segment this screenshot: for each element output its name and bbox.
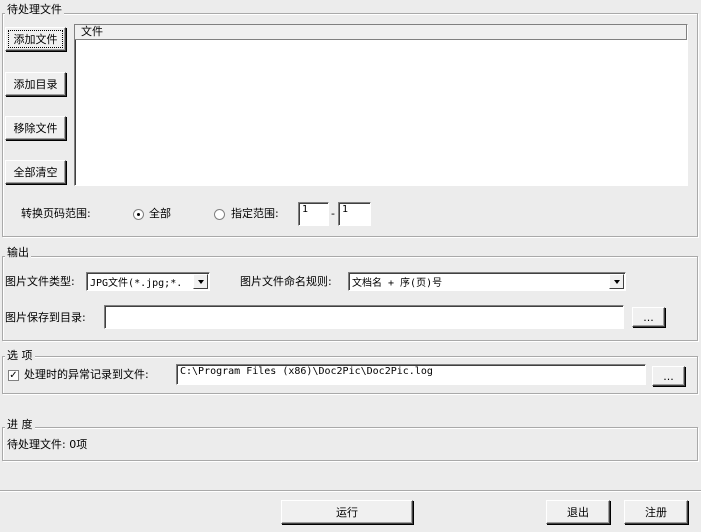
remove-file-button[interactable]: 移除文件 xyxy=(5,116,66,140)
log-to-file-checkbox[interactable]: ✓ xyxy=(8,370,19,381)
file-column-header[interactable]: 文件 xyxy=(75,25,687,40)
add-file-button[interactable]: 添加文件 xyxy=(5,27,66,51)
run-button[interactable]: 运行 xyxy=(281,500,413,524)
log-path-value: C:\Program Files (x86)\Doc2Pic\Doc2Pic.l… xyxy=(180,366,433,377)
log-path-browse-button[interactable]: ... xyxy=(652,366,685,386)
save-dir-label: 图片保存到目录: xyxy=(5,311,86,324)
save-dir-input[interactable] xyxy=(104,305,624,329)
naming-rule-label: 图片文件命名规则: xyxy=(240,275,332,288)
log-to-file-label[interactable]: 处理时的异常记录到文件: xyxy=(24,368,149,382)
progress-status: 待处理文件: 0项 xyxy=(7,438,88,451)
image-type-value: JPG文件(*.jpg;*. xyxy=(90,278,183,289)
clear-all-button[interactable]: 全部清空 xyxy=(5,160,66,184)
range-from-value: 1 xyxy=(302,204,309,215)
options-title: 选 项 xyxy=(5,349,35,362)
range-specify-radio[interactable] xyxy=(214,209,225,220)
add-directory-button[interactable]: 添加目录 xyxy=(5,72,66,96)
range-from-input[interactable]: 1 xyxy=(298,202,329,226)
pending-files-title: 待处理文件 xyxy=(5,3,64,16)
progress-title: 进 度 xyxy=(5,418,35,431)
page-range-label: 转换页码范围: xyxy=(21,207,91,220)
naming-rule-select[interactable]: 文档名 + 序(页)号 xyxy=(348,272,626,291)
image-type-select[interactable]: JPG文件(*.jpg;*. xyxy=(86,272,210,291)
range-dash: - xyxy=(331,207,335,220)
range-all-radio[interactable] xyxy=(133,209,144,220)
range-to-value: 1 xyxy=(342,204,349,215)
naming-rule-value: 文档名 + 序(页)号 xyxy=(352,278,443,289)
range-specify-label[interactable]: 指定范围: xyxy=(231,207,279,221)
progress-group xyxy=(2,427,698,461)
image-type-label: 图片文件类型: xyxy=(5,275,75,288)
footer-divider xyxy=(0,490,701,492)
log-path-input[interactable]: C:\Program Files (x86)\Doc2Pic\Doc2Pic.l… xyxy=(176,364,646,385)
naming-rule-dropdown-icon[interactable] xyxy=(609,274,624,289)
range-to-input[interactable]: 1 xyxy=(338,202,371,226)
file-list[interactable]: 文件 xyxy=(74,24,688,186)
image-type-dropdown-icon[interactable] xyxy=(193,274,208,289)
register-button[interactable]: 注册 xyxy=(624,500,688,524)
range-all-label[interactable]: 全部 xyxy=(149,207,171,221)
save-dir-browse-button[interactable]: ... xyxy=(632,307,665,327)
output-title: 输出 xyxy=(5,246,31,259)
exit-button[interactable]: 退出 xyxy=(546,500,610,524)
